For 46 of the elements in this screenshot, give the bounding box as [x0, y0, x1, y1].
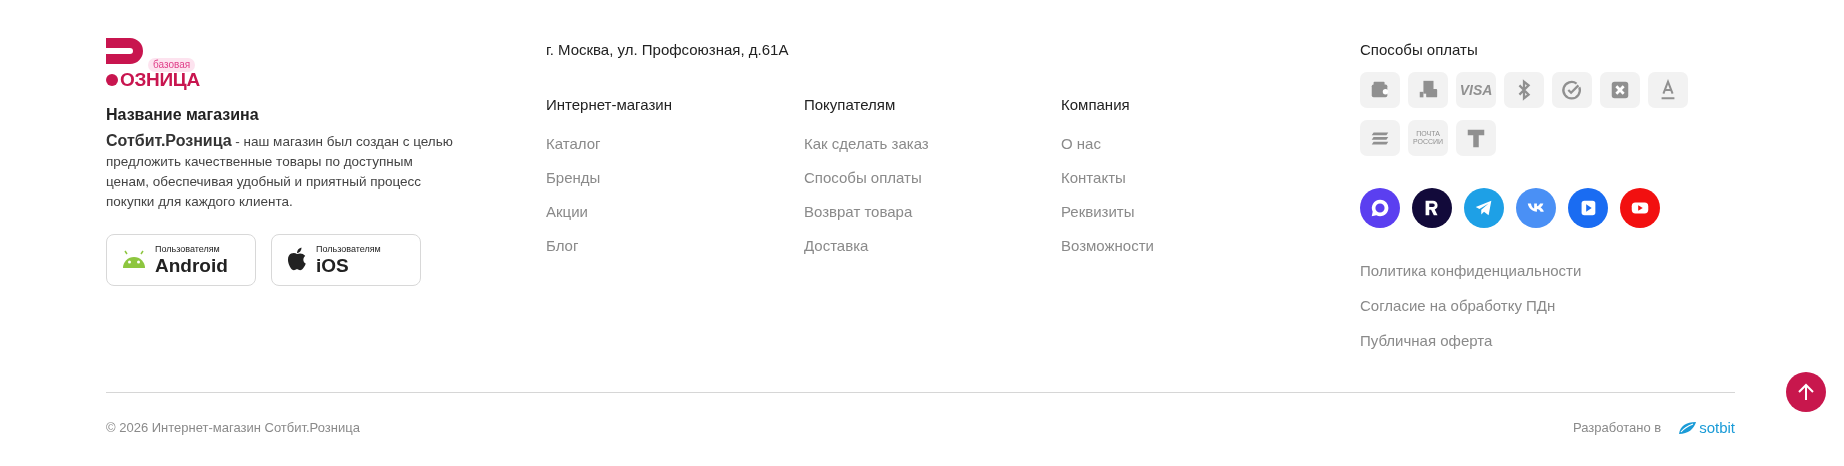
- menu-link[interactable]: Акции: [546, 203, 588, 221]
- legal-link[interactable]: Согласие на обработку ПДн: [1360, 297, 1556, 315]
- logo-dot-icon: [106, 74, 118, 86]
- menu-link[interactable]: Каталог: [546, 135, 601, 153]
- t-letter-icon: [1465, 127, 1487, 149]
- store-address: г. Москва, ул. Профсоюзная, д.61А: [546, 41, 790, 58]
- app-caption: Пользователям: [316, 244, 381, 255]
- card-logo: VISA: [1459, 82, 1493, 98]
- leaf-icon: [1677, 420, 1698, 435]
- menu-link[interactable]: Возврат товара: [804, 203, 913, 221]
- logo-wordmark: ОЗНИЦА: [120, 70, 200, 90]
- legal-link[interactable]: Публичная оферта: [1360, 332, 1493, 350]
- legal-link[interactable]: Политика конфиденциальности: [1360, 262, 1582, 280]
- menu-link[interactable]: Контакты: [1061, 169, 1126, 187]
- arrow-up-icon: [1796, 382, 1816, 402]
- apple-icon: [286, 247, 308, 273]
- social-link[interactable]: [1360, 188, 1400, 228]
- menu-link[interactable]: Возможности: [1061, 237, 1154, 255]
- chat-bubble-icon: [1369, 197, 1391, 219]
- developer-logo-link[interactable]: sotbit: [1677, 419, 1735, 436]
- cross-square-icon: [1609, 79, 1631, 101]
- store-title: Название магазина: [106, 106, 260, 124]
- menu-link[interactable]: Как сделать заказ: [804, 135, 929, 153]
- menu-heading: Компания: [1061, 96, 1131, 113]
- android-icon: [121, 250, 147, 270]
- check-circle-icon: [1561, 79, 1583, 101]
- app-download-button[interactable]: Пользователям iOS: [271, 234, 421, 286]
- store-description: Сотбит.Розница - наш магазин был создан с целью предложить качественные товары по доступным ценам, обеспечивая удобный и приятный процесс покупки для каждого клиента.: [106, 131, 454, 211]
- menu-link[interactable]: Реквизиты: [1061, 203, 1135, 221]
- app-caption: Пользователям: [155, 244, 220, 255]
- menu-link[interactable]: Способы оплаты: [804, 169, 922, 187]
- menu-link[interactable]: Блог: [546, 237, 579, 255]
- payments-heading: Способы оплаты: [1360, 41, 1479, 58]
- logo-badge: базовая: [148, 58, 196, 72]
- menu-heading: Интернет-магазин: [546, 96, 673, 113]
- developed-by-text: Разработано в: [1573, 420, 1662, 435]
- scroll-to-top-button[interactable]: [1786, 372, 1826, 412]
- social-link[interactable]: [1412, 188, 1452, 228]
- menu-link[interactable]: О нас: [1061, 135, 1101, 153]
- menu-heading: Покупателям: [804, 96, 897, 113]
- copyright-text: © 2026 Интернет-магазин Сотбит.Розница: [106, 420, 360, 435]
- menu-link[interactable]: Бренды: [546, 169, 601, 187]
- app-platform: Android: [155, 255, 228, 276]
- app-platform: iOS: [316, 255, 349, 276]
- menu-link[interactable]: Доставка: [804, 237, 869, 255]
- app-download-button[interactable]: Пользователям Android: [106, 234, 256, 286]
